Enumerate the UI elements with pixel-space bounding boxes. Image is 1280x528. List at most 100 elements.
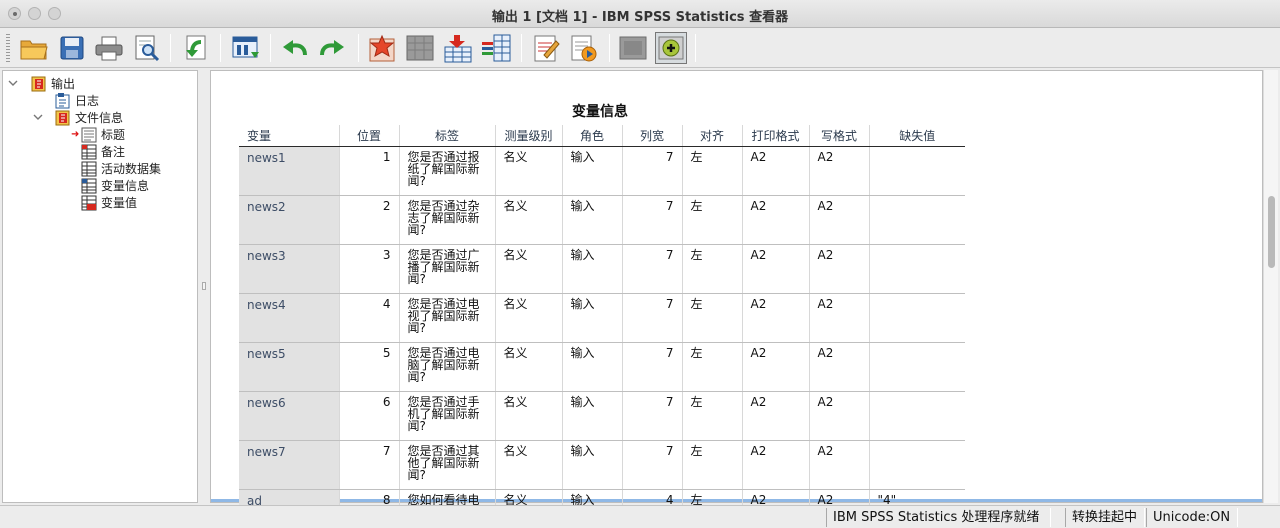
table-cell[interactable]: 名义 [494,342,562,392]
column-header[interactable]: 变量 [239,125,339,147]
table-row[interactable]: news2 2 您是否通过杂志了解国际新闻? 名义 输入 7 左 A2 A2 [239,195,965,245]
column-header[interactable]: 对齐 [681,125,742,147]
table-cell[interactable]: 名义 [494,195,562,245]
nav-item-file-info[interactable]: 文件信息 [55,109,123,126]
nav-item-active-dataset[interactable]: 活动数据集 [81,160,161,177]
table-row[interactable]: news1 1 您是否通过报纸了解国际新闻? 名义 输入 7 左 A2 A2 [239,146,965,196]
column-header[interactable]: 角色 [561,125,622,147]
table-cell[interactable]: A2 [741,391,809,441]
outline-pane[interactable]: 输出 日志 文件信息 ➜ 标题 备注 活动数据集 变量信息 变量值 [2,70,198,503]
nav-item-variable-info[interactable]: 变量信息 [81,177,149,194]
column-header[interactable]: 测量级别 [494,125,562,147]
show-hide-icon[interactable] [617,32,649,64]
table-cell[interactable]: 名义 [494,146,562,196]
goto-variable-icon[interactable] [404,32,436,64]
table-cell[interactable]: A2 [741,293,809,343]
table-cell[interactable]: 左 [681,195,742,245]
vertical-scrollbar[interactable] [1263,70,1278,503]
open-folder-icon[interactable] [18,32,50,64]
add-output-icon[interactable] [655,32,687,64]
table-cell[interactable] [868,440,965,490]
row-header-cell[interactable]: news7 [239,440,339,490]
table-cell[interactable]: 左 [681,293,742,343]
table-cell[interactable]: 7 [621,195,682,245]
table-row[interactable]: news7 7 您是否通过其他了解国际新闻? 名义 输入 7 左 A2 A2 [239,440,965,490]
table-cell[interactable]: 输入 [561,195,622,245]
table-cell[interactable]: 名义 [494,440,562,490]
column-header[interactable]: 标签 [398,125,495,147]
table-cell[interactable]: 名义 [494,391,562,441]
table-cell[interactable]: 输入 [561,244,622,294]
table-cell[interactable]: 输入 [561,342,622,392]
variable-info-table[interactable]: 变量 位置 标签 测量级别 角色 列宽 对齐 打印格式 写格式 缺失值 news… [239,125,965,512]
table-cell[interactable]: 5 [338,342,399,392]
row-header-cell[interactable]: news6 [239,391,339,441]
row-header-cell[interactable]: news5 [239,342,339,392]
table-cell[interactable]: 您是否通过杂志了解国际新闻? [398,195,495,245]
variables-icon[interactable] [480,32,512,64]
table-row[interactable]: news4 4 您是否通过电视了解国际新闻? 名义 输入 7 左 A2 A2 [239,293,965,343]
table-row[interactable]: news3 3 您是否通过广播了解国际新闻? 名义 输入 7 左 A2 A2 [239,244,965,294]
table-cell[interactable] [868,146,965,196]
chevron-down-icon[interactable] [33,112,43,122]
nav-item-title[interactable]: ➜ 标题 [71,126,125,143]
table-cell[interactable]: 您是否通过电视了解国际新闻? [398,293,495,343]
table-cell[interactable]: A2 [741,146,809,196]
table-cell[interactable]: 您是否通过其他了解国际新闻? [398,440,495,490]
table-cell[interactable]: A2 [741,195,809,245]
nav-item-output[interactable]: 输出 [31,75,75,92]
splitter-handle[interactable] [202,282,206,290]
table-cell[interactable]: 名义 [494,244,562,294]
table-cell[interactable]: 7 [621,391,682,441]
table-cell[interactable]: 左 [681,342,742,392]
table-cell[interactable]: 左 [681,244,742,294]
table-cell[interactable]: 名义 [494,293,562,343]
table-cell[interactable] [868,293,965,343]
table-cell[interactable]: A2 [741,244,809,294]
insert-cases-icon[interactable] [442,32,474,64]
table-row[interactable]: news6 6 您是否通过手机了解国际新闻? 名义 输入 7 左 A2 A2 [239,391,965,441]
table-cell[interactable]: 7 [621,244,682,294]
table-cell[interactable]: 输入 [561,146,622,196]
table-cell[interactable]: 输入 [561,293,622,343]
table-cell[interactable]: A2 [808,244,869,294]
table-cell[interactable]: 3 [338,244,399,294]
table-cell[interactable]: 您是否通过手机了解国际新闻? [398,391,495,441]
table-cell[interactable]: 7 [621,342,682,392]
column-header[interactable]: 位置 [338,125,399,147]
table-cell[interactable]: 您是否通过报纸了解国际新闻? [398,146,495,196]
redo-icon[interactable] [317,32,349,64]
row-header-cell[interactable]: news2 [239,195,339,245]
table-cell[interactable]: A2 [808,440,869,490]
table-cell[interactable]: 4 [338,293,399,343]
table-cell[interactable] [868,244,965,294]
table-cell[interactable]: 左 [681,146,742,196]
table-cell[interactable]: 输入 [561,440,622,490]
table-cell[interactable] [868,391,965,441]
table-cell[interactable]: 7 [621,293,682,343]
table-cell[interactable]: 7 [621,146,682,196]
run-script-icon[interactable] [568,32,600,64]
table-cell[interactable]: A2 [808,146,869,196]
row-header-cell[interactable]: news4 [239,293,339,343]
nav-item-variable-values[interactable]: 变量值 [81,194,137,211]
row-header-cell[interactable]: news1 [239,146,339,196]
table-cell[interactable]: 2 [338,195,399,245]
scrollbar-thumb[interactable] [1268,196,1275,268]
table-cell[interactable]: 6 [338,391,399,441]
save-icon[interactable] [56,32,88,64]
table-cell[interactable]: 7 [621,440,682,490]
print-icon[interactable] [93,32,125,64]
column-header[interactable]: 写格式 [808,125,869,147]
table-cell[interactable]: 您是否通过电脑了解国际新闻? [398,342,495,392]
table-row[interactable]: news5 5 您是否通过电脑了解国际新闻? 名义 输入 7 左 A2 A2 [239,342,965,392]
table-cell[interactable]: 输入 [561,391,622,441]
pane-splitter[interactable] [199,70,209,503]
table-cell[interactable] [868,342,965,392]
table-cell[interactable]: 1 [338,146,399,196]
table-cell[interactable]: A2 [741,342,809,392]
print-preview-icon[interactable] [131,32,163,64]
export-icon[interactable] [181,32,213,64]
column-header[interactable]: 打印格式 [741,125,809,147]
table-cell[interactable]: 您是否通过广播了解国际新闻? [398,244,495,294]
